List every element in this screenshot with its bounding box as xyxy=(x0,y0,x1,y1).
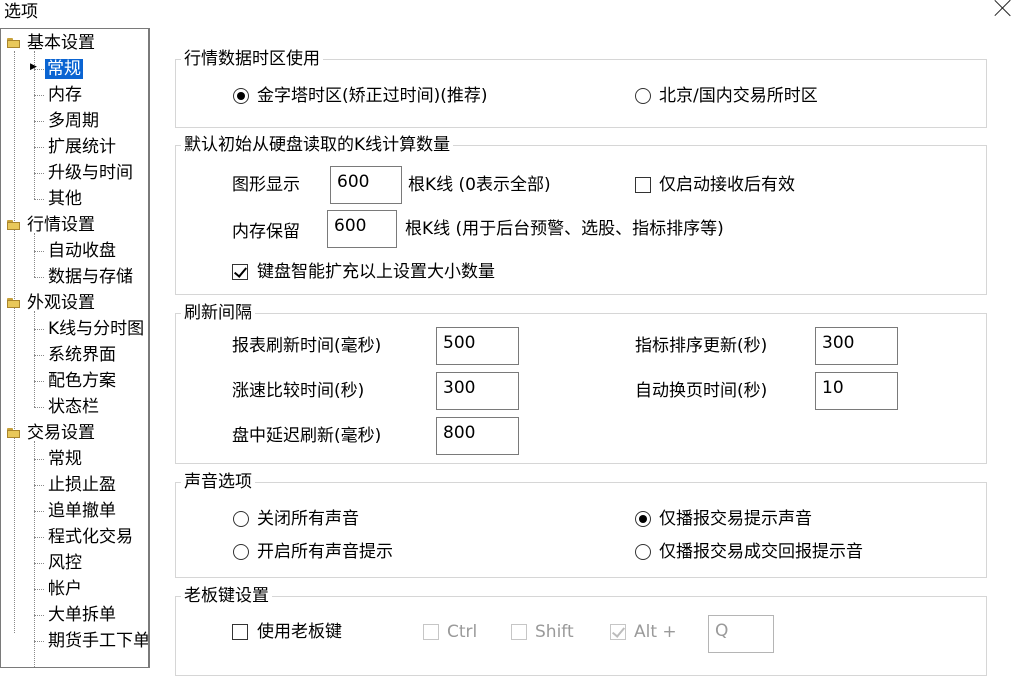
sound-on-radio[interactable] xyxy=(233,544,249,560)
folder-icon xyxy=(7,428,21,438)
tree-item-risk-control[interactable]: 风控 xyxy=(48,551,82,575)
startup-only-label[interactable]: 仅启动接收后有效 xyxy=(659,174,795,196)
close-icon[interactable] xyxy=(992,0,1014,19)
alt-checkbox[interactable] xyxy=(610,624,626,640)
tree-item-futures-manual[interactable]: 期货手工下单 xyxy=(48,629,148,653)
tree-item-kline-chart[interactable]: K线与分时图 xyxy=(48,317,144,341)
tree-item-general[interactable]: 常规 xyxy=(45,57,83,81)
auto-expand-checkbox[interactable] xyxy=(232,264,248,280)
boss-key-input[interactable]: Q xyxy=(708,615,774,653)
tree-group-quotes[interactable]: 行情设置 xyxy=(7,213,95,237)
kline-legend: 默认初始从硬盘读取的K线计算数量 xyxy=(181,135,454,155)
tree-item-big-order-split[interactable]: 大单拆单 xyxy=(48,603,116,627)
tree-item-system-ui[interactable]: 系统界面 xyxy=(48,343,116,367)
shift-label: Shift xyxy=(535,622,574,642)
sound-trade-only-label[interactable]: 仅播报交易提示声音 xyxy=(659,508,812,530)
tree-item-data-storage[interactable]: 数据与存储 xyxy=(48,265,133,289)
tree-item-status-bar[interactable]: 状态栏 xyxy=(48,395,99,419)
tree-group-label: 交易设置 xyxy=(27,423,95,443)
memory-keep-unit: 根K线 (用于后台预警、选股、指标排序等) xyxy=(405,219,724,239)
sort-update-label: 指标排序更新(秒) xyxy=(635,336,768,356)
timezone-option-pyramid[interactable]: 金字塔时区(矫正过时间)(推荐) xyxy=(257,85,488,107)
tree-group-label: 外观设置 xyxy=(27,293,95,313)
sound-legend: 声音选项 xyxy=(181,472,255,492)
tree-item-trade-general[interactable]: 常规 xyxy=(48,447,82,471)
memory-keep-label: 内存保留 xyxy=(232,222,300,242)
tree-group-appearance[interactable]: 外观设置 xyxy=(7,291,95,315)
ctrl-checkbox[interactable] xyxy=(423,624,439,640)
graph-display-unit: 根K线 (0表示全部) xyxy=(408,175,551,195)
tree-group-trading[interactable]: 交易设置 xyxy=(7,421,95,445)
tree-item-stop-loss[interactable]: 止损止盈 xyxy=(48,473,116,497)
tree-group-label: 基本设置 xyxy=(27,33,95,53)
folder-icon xyxy=(7,38,21,48)
settings-tree: 基本设置 ▶ 常规 内存 多周期 扩展统计 升级与时间 其他 行情设置 自动收盘… xyxy=(0,28,150,668)
report-refresh-label: 报表刷新时间(毫秒) xyxy=(232,336,382,356)
graph-display-input[interactable]: 600 xyxy=(330,166,402,204)
delay-refresh-label: 盘中延迟刷新(毫秒) xyxy=(232,426,382,446)
graph-display-label: 图形显示 xyxy=(232,175,300,195)
use-boss-key-checkbox[interactable] xyxy=(232,624,248,640)
tree-group-label: 行情设置 xyxy=(27,215,95,235)
sound-off-radio[interactable] xyxy=(233,511,249,527)
tree-item-auto-close[interactable]: 自动收盘 xyxy=(48,239,116,263)
sound-trade-only-radio[interactable] xyxy=(635,511,651,527)
tree-item-multiperiod[interactable]: 多周期 xyxy=(48,109,99,133)
timezone-legend: 行情数据时区使用 xyxy=(181,49,323,69)
speed-compare-input[interactable]: 300 xyxy=(436,372,519,410)
tree-connector xyxy=(14,51,15,633)
tree-item-upgrade-time[interactable]: 升级与时间 xyxy=(48,161,133,185)
auto-page-label: 自动换页时间(秒) xyxy=(635,381,768,401)
sound-fill-only-label[interactable]: 仅播报交易成交回报提示音 xyxy=(659,541,863,563)
sound-off-label[interactable]: 关闭所有声音 xyxy=(257,508,359,530)
tree-item-chase-cancel[interactable]: 追单撤单 xyxy=(48,499,116,523)
startup-only-checkbox[interactable] xyxy=(635,177,651,193)
boss-key-legend: 老板键设置 xyxy=(181,586,272,606)
refresh-legend: 刷新间隔 xyxy=(181,303,255,323)
folder-icon xyxy=(7,220,21,230)
folder-icon xyxy=(7,298,21,308)
use-boss-key-label[interactable]: 使用老板键 xyxy=(257,621,342,643)
auto-expand-label[interactable]: 键盘智能扩充以上设置大小数量 xyxy=(257,261,495,283)
sound-group xyxy=(175,482,987,578)
tree-item-ext-stats[interactable]: 扩展统计 xyxy=(48,135,116,159)
timezone-option-beijing[interactable]: 北京/国内交易所时区 xyxy=(659,85,818,107)
timezone-radio-beijing[interactable] xyxy=(635,88,651,104)
alt-label: Alt + xyxy=(634,622,677,642)
window-title: 选项 xyxy=(4,2,38,22)
tree-item-account[interactable]: 帐户 xyxy=(48,577,82,601)
sound-on-label[interactable]: 开启所有声音提示 xyxy=(257,541,393,563)
tree-connector xyxy=(34,311,35,407)
ctrl-label: Ctrl xyxy=(447,622,478,642)
shift-checkbox[interactable] xyxy=(511,624,527,640)
tree-item-other[interactable]: 其他 xyxy=(48,187,82,211)
check-icon xyxy=(611,624,626,638)
report-refresh-input[interactable]: 500 xyxy=(436,327,519,365)
arrow-right-icon: ▶ xyxy=(30,62,37,72)
tree-item-color-scheme[interactable]: 配色方案 xyxy=(48,369,116,393)
timezone-radio-pyramid[interactable] xyxy=(233,88,249,104)
auto-page-input[interactable]: 10 xyxy=(815,372,898,410)
tree-connector xyxy=(34,441,35,667)
sound-fill-only-radio[interactable] xyxy=(635,544,651,560)
speed-compare-label: 涨速比较时间(秒) xyxy=(232,381,365,401)
tree-connector xyxy=(34,51,35,199)
tree-group-basic[interactable]: 基本设置 xyxy=(7,31,95,55)
sort-update-input[interactable]: 300 xyxy=(815,327,898,365)
memory-keep-input[interactable]: 600 xyxy=(327,210,397,248)
delay-refresh-input[interactable]: 800 xyxy=(436,417,519,455)
tree-item-algo-trading[interactable]: 程式化交易 xyxy=(48,525,133,549)
tree-connector xyxy=(34,233,35,277)
check-icon xyxy=(233,264,248,278)
tree-item-memory[interactable]: 内存 xyxy=(48,83,82,107)
